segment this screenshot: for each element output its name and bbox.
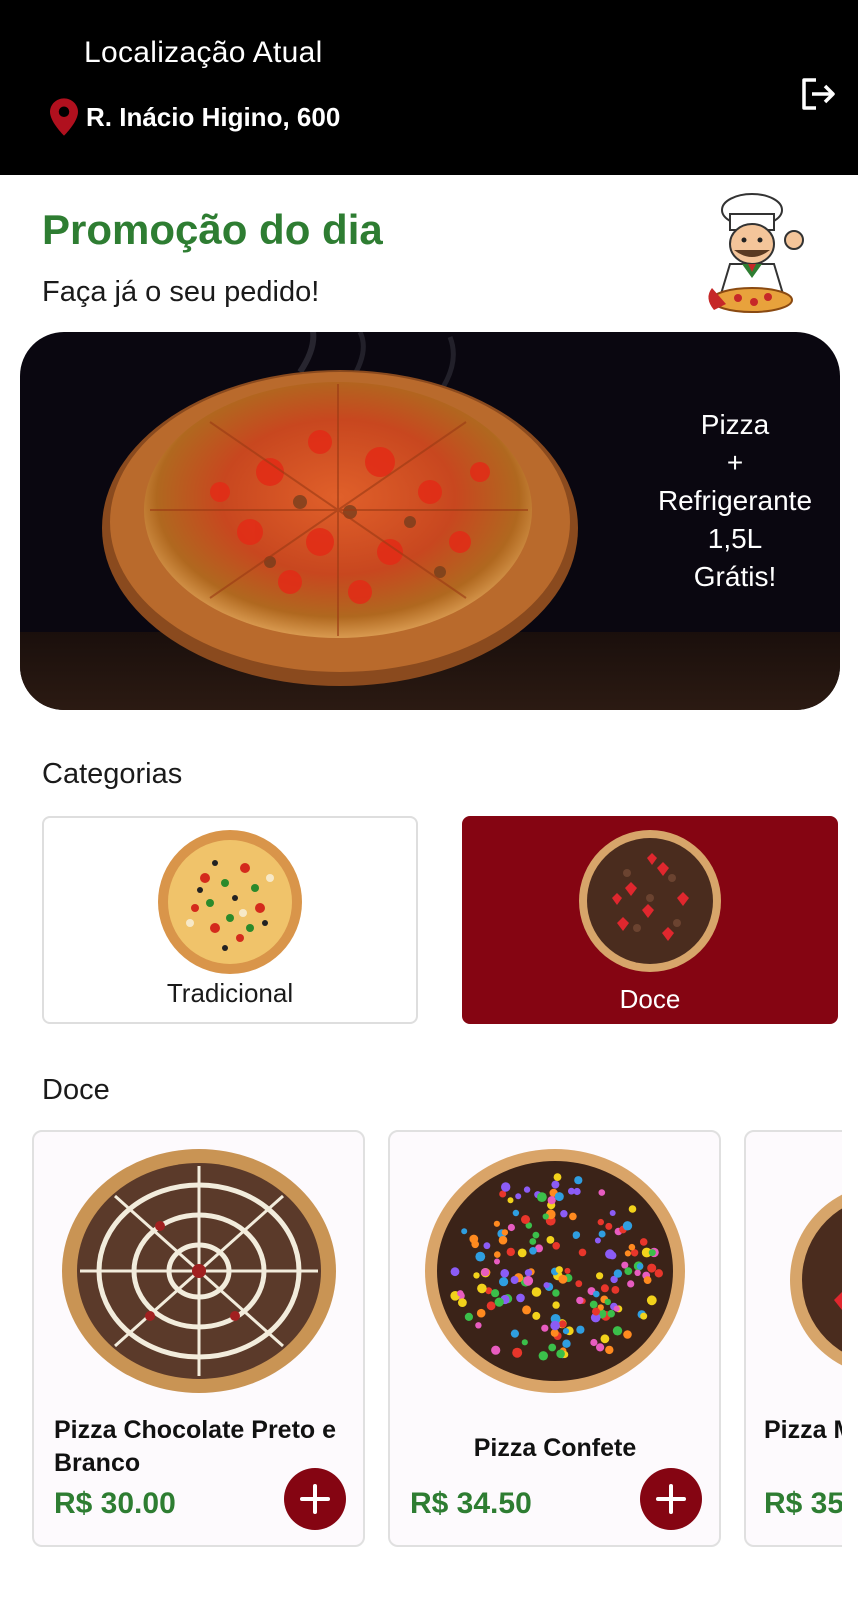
doce-pizza-image	[579, 830, 721, 972]
banner-line: Grátis!	[693, 561, 777, 592]
banner-text: Pizza + Refrigerante 1,5L Grátis!	[620, 406, 840, 596]
location-pin-icon	[50, 98, 78, 136]
product-name: Pizza Moran	[764, 1416, 842, 1444]
logout-icon[interactable]	[798, 74, 838, 114]
top-bar: Localização Atual R. Inácio Higino, 600	[0, 0, 858, 175]
category-label: Doce	[619, 984, 681, 1014]
product-price: R$ 34.50	[410, 1487, 532, 1520]
category-card-tradicional[interactable]: Tradicional	[42, 816, 418, 1024]
product-card[interactable]: Pizza Moran R$ 35	[744, 1130, 842, 1547]
banner-line: 1,5L	[707, 523, 763, 554]
banner-line: Pizza	[700, 409, 770, 440]
product-price: R$ 30.00	[54, 1487, 176, 1520]
address-row[interactable]: R. Inácio Higino, 600	[50, 98, 340, 136]
product-card[interactable]: Pizza Confete R$ 34.50	[388, 1130, 721, 1547]
products-heading: Doce	[42, 1074, 110, 1106]
product-price: R$ 35	[764, 1487, 842, 1520]
banner-line: +	[726, 447, 744, 478]
promo-subtitle: Faça já o seu pedido!	[42, 276, 320, 308]
chef-mascot-icon	[708, 193, 804, 313]
confete-pizza-image	[424, 1149, 685, 1393]
chocolate-preto-branco-pizza-image	[61, 1149, 336, 1393]
current-address: R. Inácio Higino, 600	[86, 101, 341, 132]
banner-line: Refrigerante	[657, 485, 813, 516]
current-location-title: Localização Atual	[84, 36, 323, 69]
category-card-doce[interactable]: Doce	[462, 816, 838, 1024]
promo-title: Promoção do dia	[42, 206, 383, 253]
morango-pizza-image	[790, 1194, 842, 1366]
product-carousel[interactable]: Pizza Chocolate Preto e Branco R$ 30.00 …	[0, 1130, 842, 1550]
add-to-cart-button[interactable]	[284, 1468, 346, 1530]
category-label: Tradicional	[166, 978, 294, 1008]
tradicional-pizza-image	[158, 830, 302, 974]
product-name: Pizza Chocolate Preto e Branco	[54, 1416, 337, 1477]
add-to-cart-button[interactable]	[640, 1468, 702, 1530]
categories-heading: Categorias	[42, 758, 183, 790]
product-card[interactable]: Pizza Chocolate Preto e Branco R$ 30.00	[32, 1130, 365, 1547]
promo-banner[interactable]: Pizza + Refrigerante 1,5L Grátis!	[20, 332, 840, 710]
product-name: Pizza Confete	[473, 1434, 637, 1462]
